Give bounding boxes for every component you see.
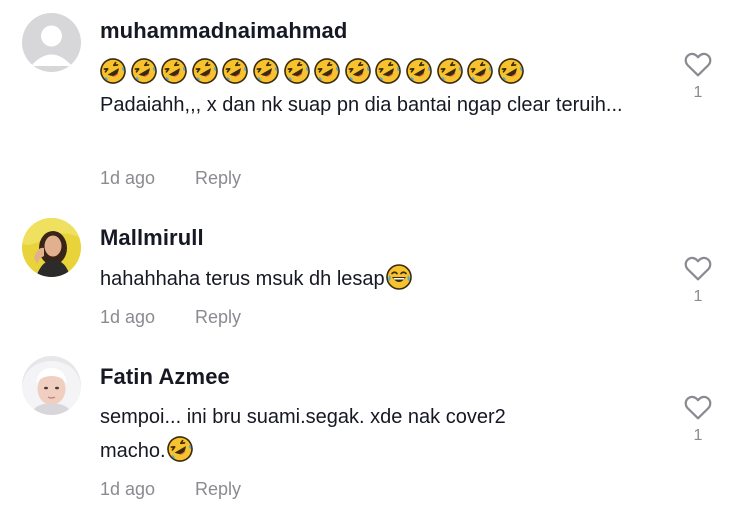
rolling-on-floor-laughing-emoji-icon xyxy=(253,58,279,84)
comment-meta: 1d ago Reply xyxy=(100,307,241,328)
comment-text: hahahhaha terus msuk dh lesap xyxy=(100,262,660,296)
rolling-on-floor-laughing-emoji-icon xyxy=(161,58,187,84)
like-count: 1 xyxy=(693,288,703,305)
comment-meta: 1d ago Reply xyxy=(100,168,241,189)
heart-icon xyxy=(683,393,713,423)
reply-button[interactable]: Reply xyxy=(195,307,241,328)
tears-of-joy-emoji-icon xyxy=(386,264,412,290)
rolling-on-floor-laughing-emoji-icon xyxy=(100,58,126,84)
comment-text: sempoi... ini bru suami.segak. xde nak c… xyxy=(100,400,660,468)
like-button[interactable]: 1 xyxy=(682,50,714,102)
rolling-on-floor-laughing-emoji-icon xyxy=(222,58,248,84)
comment-text-body: hahahhaha terus msuk dh lesap xyxy=(100,268,385,290)
avatar[interactable] xyxy=(22,13,81,72)
username[interactable]: muhammadnaimahmad xyxy=(100,18,347,44)
avatar[interactable] xyxy=(22,356,81,415)
comment-text-line: sempoi... ini bru suami.segak. xde nak c… xyxy=(100,406,506,428)
rolling-on-floor-laughing-emoji-icon xyxy=(192,58,218,84)
emoji-row xyxy=(100,58,524,86)
comment-date: 1d ago xyxy=(100,168,156,188)
like-count: 1 xyxy=(693,84,703,101)
rolling-on-floor-laughing-emoji-icon xyxy=(284,58,310,84)
like-button[interactable]: 1 xyxy=(682,393,714,445)
heart-icon xyxy=(683,254,713,284)
like-count: 1 xyxy=(693,427,703,444)
rolling-on-floor-laughing-emoji-icon xyxy=(375,58,401,84)
rolling-on-floor-laughing-emoji-icon xyxy=(345,58,371,84)
comment-text-line: macho. xyxy=(100,434,660,468)
username[interactable]: Mallmirull xyxy=(100,225,204,251)
rolling-on-floor-laughing-emoji-icon xyxy=(131,58,157,84)
rolling-on-floor-laughing-emoji-icon xyxy=(498,58,524,84)
rolling-on-floor-laughing-emoji-icon xyxy=(314,58,340,84)
comment-text: Padaiahh,,, x dan nk suap pn dia bantai … xyxy=(100,94,623,116)
reply-button[interactable]: Reply xyxy=(195,168,241,189)
reply-button[interactable]: Reply xyxy=(195,479,241,500)
rolling-on-floor-laughing-emoji-icon xyxy=(167,436,193,462)
comment-date: 1d ago xyxy=(100,479,156,499)
username[interactable]: Fatin Azmee xyxy=(100,364,230,390)
rolling-on-floor-laughing-emoji-icon xyxy=(437,58,463,84)
heart-icon xyxy=(683,50,713,80)
rolling-on-floor-laughing-emoji-icon xyxy=(406,58,432,84)
comment-date: 1d ago xyxy=(100,307,156,327)
comment-meta: 1d ago Reply xyxy=(100,479,241,500)
avatar[interactable] xyxy=(22,218,81,277)
rolling-on-floor-laughing-emoji-icon xyxy=(467,58,493,84)
like-button[interactable]: 1 xyxy=(682,254,714,306)
comment-text-body: macho. xyxy=(100,440,166,462)
